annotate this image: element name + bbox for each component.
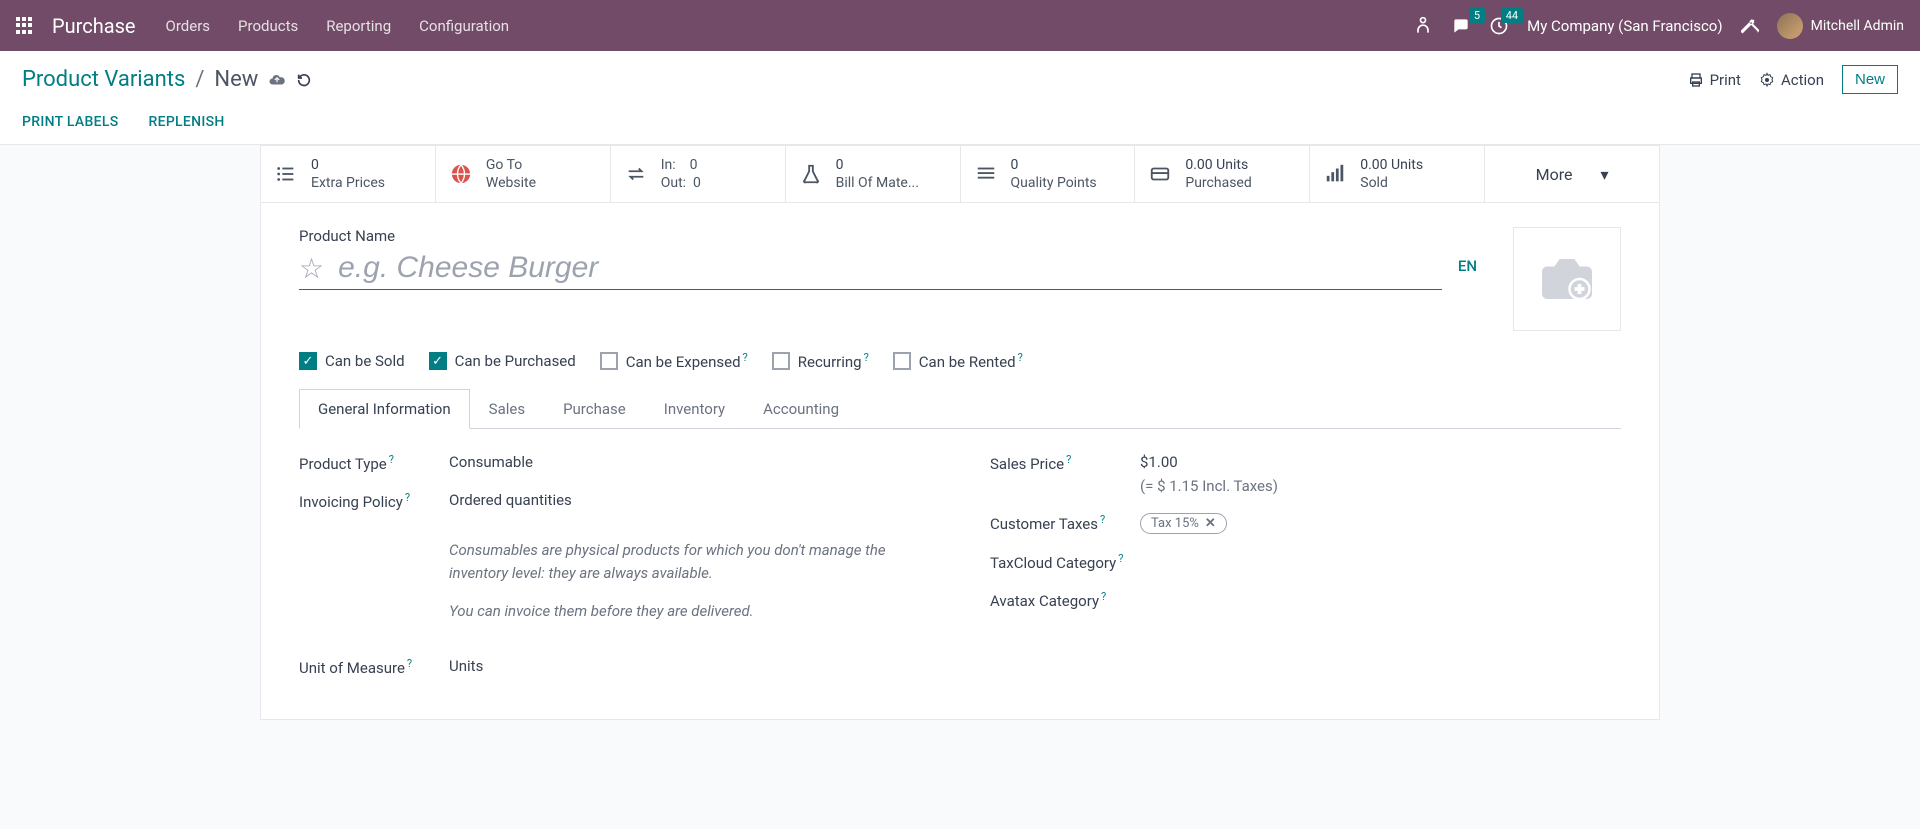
field-invoicing-policy[interactable]: Ordered quantities: [449, 491, 930, 509]
help-text-consumable: Consumables are physical products for wh…: [449, 539, 930, 584]
product-image-upload[interactable]: [1513, 227, 1621, 331]
replenish-button[interactable]: REPLENISH: [149, 114, 225, 130]
label-product-type: Product Type?: [299, 453, 449, 473]
secondary-toolbar: PRINT LABELS REPLENISH: [0, 104, 1920, 145]
tab-general-information[interactable]: General Information: [299, 389, 470, 429]
help-icon[interactable]: ?: [1118, 552, 1123, 565]
product-header: Product Name ☆ EN: [261, 203, 1659, 341]
settings-icon[interactable]: [1741, 17, 1759, 35]
help-icon[interactable]: ?: [389, 453, 394, 466]
sales-price-incl-tax: (= $ 1.15 Incl. Taxes): [1140, 477, 1621, 495]
form-tabs: General Information Sales Purchase Inven…: [261, 389, 1659, 428]
control-panel: Product Variants / New Print Action New: [0, 51, 1920, 104]
menu-orders[interactable]: Orders: [166, 17, 211, 35]
help-icon[interactable]: ?: [407, 657, 412, 670]
activities-icon[interactable]: 44: [1489, 16, 1509, 36]
label-invoicing-policy: Invoicing Policy?: [299, 491, 449, 511]
bars-icon: [1324, 163, 1348, 185]
help-text-invoice: You can invoice them before they are del…: [449, 600, 930, 623]
field-uom[interactable]: Units: [449, 657, 930, 675]
transfer-icon: [625, 163, 649, 185]
app-brand[interactable]: Purchase: [52, 14, 136, 38]
field-product-type[interactable]: Consumable: [449, 453, 930, 471]
stat-in-out[interactable]: In: 0 Out: 0: [611, 146, 786, 202]
user-name: Mitchell Admin: [1811, 18, 1904, 34]
stat-sold[interactable]: 0.00 UnitsSold: [1310, 146, 1485, 202]
menu-configuration[interactable]: Configuration: [419, 17, 509, 35]
main-menu: Orders Products Reporting Configuration: [166, 17, 1414, 35]
help-icon[interactable]: ?: [1066, 453, 1071, 466]
nav-right: 5 44 My Company (San Francisco) Mitchell…: [1413, 13, 1904, 39]
option-checkboxes: ✓Can be Sold ✓Can be Purchased Can be Ex…: [261, 341, 1659, 389]
caret-down-icon: ▾: [1600, 165, 1608, 184]
tab-inventory[interactable]: Inventory: [645, 389, 744, 428]
support-icon[interactable]: [1413, 16, 1433, 36]
help-icon[interactable]: ?: [743, 351, 748, 364]
list-icon: [275, 163, 299, 185]
card-icon: [1149, 163, 1173, 185]
product-name-input[interactable]: [338, 251, 1442, 285]
menu-reporting[interactable]: Reporting: [326, 17, 391, 35]
check-recurring[interactable]: Recurring?: [772, 351, 869, 371]
globe-icon: [450, 163, 474, 185]
lines-icon: [975, 163, 999, 185]
check-can-be-sold[interactable]: ✓Can be Sold: [299, 352, 405, 370]
breadcrumb-current: New: [214, 67, 258, 92]
help-icon[interactable]: ?: [1101, 590, 1106, 603]
check-can-be-expensed[interactable]: Can be Expensed?: [600, 351, 748, 371]
camera-icon: [1532, 249, 1602, 309]
field-customer-taxes[interactable]: Tax 15%✕: [1140, 513, 1621, 534]
tab-sales[interactable]: Sales: [470, 389, 544, 428]
tab-accounting[interactable]: Accounting: [744, 389, 858, 428]
help-icon[interactable]: ?: [1100, 513, 1105, 526]
messages-badge: 5: [1469, 8, 1485, 23]
breadcrumb-parent[interactable]: Product Variants: [22, 67, 185, 92]
favorite-star-icon[interactable]: ☆: [299, 252, 324, 285]
top-navbar: Purchase Orders Products Reporting Confi…: [0, 0, 1920, 51]
stat-buttons: 0Extra Prices Go ToWebsite In: 0 Out: 0 …: [261, 146, 1659, 203]
activities-badge: 44: [1501, 8, 1523, 23]
company-switcher[interactable]: My Company (San Francisco): [1527, 17, 1722, 35]
product-name-label: Product Name: [299, 227, 1483, 245]
help-icon[interactable]: ?: [405, 491, 410, 504]
stat-quality[interactable]: 0Quality Points: [961, 146, 1136, 202]
label-avatax: Avatax Category?: [990, 590, 1140, 610]
user-menu[interactable]: Mitchell Admin: [1777, 13, 1904, 39]
control-actions: Print Action New: [1688, 65, 1898, 94]
tab-purchase[interactable]: Purchase: [544, 389, 645, 428]
stat-bom[interactable]: 0Bill Of Mate...: [786, 146, 961, 202]
field-sales-price[interactable]: $1.00: [1140, 453, 1621, 471]
label-sales-price: Sales Price?: [990, 453, 1140, 473]
new-button[interactable]: New: [1842, 65, 1898, 94]
language-badge[interactable]: EN: [1452, 257, 1483, 275]
apps-icon[interactable]: [16, 17, 34, 35]
user-avatar: [1777, 13, 1803, 39]
form-fields: Product Type? Consumable Invoicing Polic…: [261, 429, 1659, 719]
stat-extra-prices[interactable]: 0Extra Prices: [261, 146, 436, 202]
help-icon[interactable]: ?: [1018, 351, 1023, 364]
label-uom: Unit of Measure?: [299, 657, 449, 677]
form-sheet: 0Extra Prices Go ToWebsite In: 0 Out: 0 …: [260, 145, 1660, 720]
print-button[interactable]: Print: [1688, 71, 1741, 89]
discard-icon[interactable]: [296, 72, 312, 88]
tax-tag: Tax 15%✕: [1140, 513, 1227, 534]
flask-icon: [800, 163, 824, 185]
check-can-be-purchased[interactable]: ✓Can be Purchased: [429, 352, 576, 370]
stat-website[interactable]: Go ToWebsite: [436, 146, 611, 202]
save-cloud-icon[interactable]: [268, 71, 286, 89]
remove-tag-icon[interactable]: ✕: [1205, 516, 1216, 531]
stat-purchased[interactable]: 0.00 UnitsPurchased: [1135, 146, 1310, 202]
label-taxcloud: TaxCloud Category?: [990, 552, 1140, 572]
stat-more[interactable]: More ▾: [1485, 146, 1659, 202]
menu-products[interactable]: Products: [238, 17, 298, 35]
action-button[interactable]: Action: [1759, 71, 1824, 89]
breadcrumb: Product Variants / New: [22, 67, 312, 92]
check-can-be-rented[interactable]: Can be Rented?: [893, 351, 1023, 371]
label-customer-taxes: Customer Taxes?: [990, 513, 1140, 533]
messages-icon[interactable]: 5: [1451, 16, 1471, 36]
print-labels-button[interactable]: PRINT LABELS: [22, 114, 119, 130]
help-icon[interactable]: ?: [864, 351, 869, 364]
